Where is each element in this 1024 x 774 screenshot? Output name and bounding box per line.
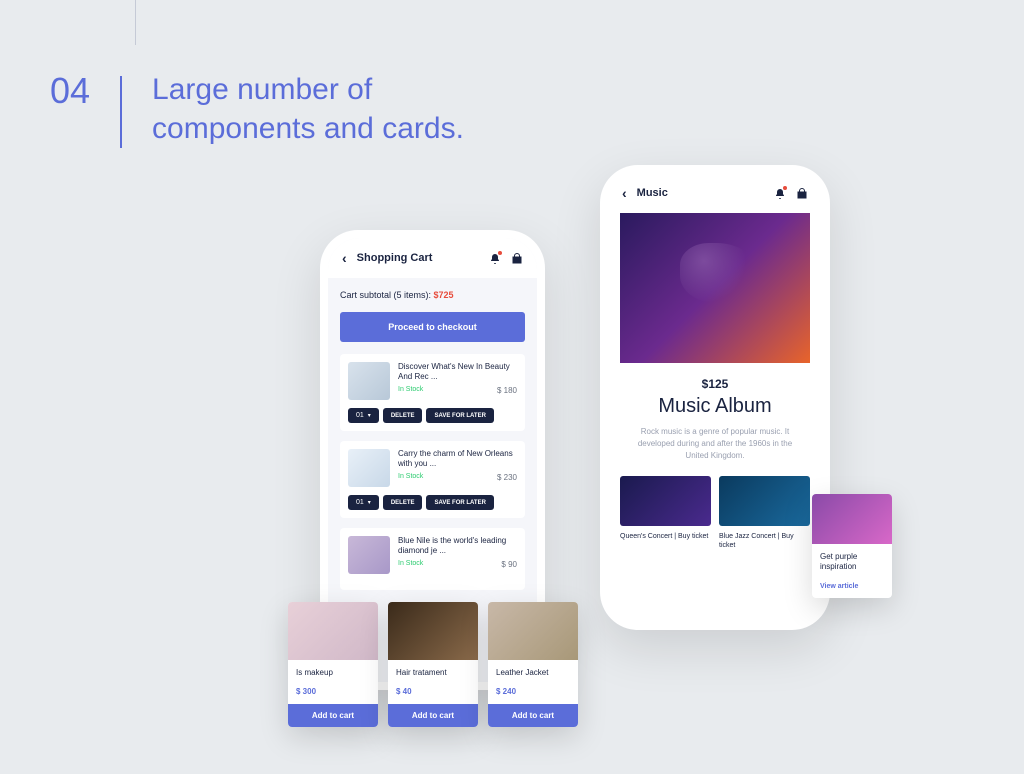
- cart-item: Blue Nile is the world's leading diamond…: [340, 528, 525, 590]
- cart-item-title: Blue Nile is the world's leading diamond…: [398, 536, 517, 557]
- section-number: 04: [50, 70, 90, 112]
- product-title: Hair tratament: [396, 668, 470, 677]
- add-to-cart-button[interactable]: Add to cart: [488, 704, 578, 727]
- subtotal-line: Cart subtotal (5 items): $725: [340, 290, 525, 300]
- add-to-cart-button[interactable]: Add to cart: [388, 704, 478, 727]
- music-header-icons: [774, 187, 808, 199]
- back-icon[interactable]: ‹: [622, 185, 627, 201]
- album-hero-image: [620, 213, 810, 363]
- cart-item-image: [348, 449, 390, 487]
- product-price: $ 40: [396, 687, 470, 696]
- cart-item-price: $ 90: [501, 560, 517, 569]
- product-card: Leather Jacket $ 240 Add to cart: [488, 602, 578, 727]
- concert-label: Queen's Concert | Buy ticket: [620, 532, 711, 541]
- notification-dot: [783, 186, 787, 190]
- cart-app-header: ‹ Shopping Cart: [328, 238, 537, 278]
- view-article-link[interactable]: View article: [820, 583, 884, 590]
- section-header: 04 Large number of components and cards.: [50, 70, 464, 148]
- in-stock-label: In Stock: [398, 386, 423, 395]
- cart-item: Discover What's New In Beauty And Rec ..…: [340, 354, 525, 431]
- checkout-button[interactable]: Proceed to checkout: [340, 312, 525, 342]
- bag-icon[interactable]: [796, 187, 808, 199]
- concert-image: [719, 476, 810, 526]
- music-app-header: ‹ Music: [608, 173, 822, 213]
- subtotal-price: $725: [434, 290, 454, 300]
- bell-icon[interactable]: [489, 252, 501, 264]
- product-image: [388, 602, 478, 660]
- delete-button[interactable]: DELETE: [383, 408, 423, 423]
- cart-body: Cart subtotal (5 items): $725 Proceed to…: [328, 278, 537, 612]
- product-card: Is makeup $ 300 Add to cart: [288, 602, 378, 727]
- section-title: Large number of components and cards.: [152, 70, 464, 148]
- cart-item-title: Carry the charm of New Orleans with you …: [398, 449, 517, 470]
- back-icon[interactable]: ‹: [342, 250, 347, 266]
- concert-label: Blue Jazz Concert | Buy ticket: [719, 532, 810, 550]
- cart-item: Carry the charm of New Orleans with you …: [340, 441, 525, 518]
- chevron-down-icon: ▾: [368, 412, 371, 419]
- album-title: Music Album: [608, 395, 822, 418]
- chevron-down-icon: ▾: [368, 499, 371, 506]
- qty-value: 01: [356, 499, 364, 506]
- qty-value: 01: [356, 412, 364, 419]
- bell-icon[interactable]: [774, 187, 786, 199]
- cart-header-icons: [489, 252, 523, 264]
- divider-line: [120, 76, 122, 148]
- album-price: $125: [608, 377, 822, 391]
- cart-item-price: $ 180: [497, 386, 517, 395]
- qty-selector[interactable]: 01 ▾: [348, 408, 379, 423]
- cart-item-image: [348, 362, 390, 400]
- product-title: Is makeup: [296, 668, 370, 677]
- notification-dot: [498, 251, 502, 255]
- music-title: Music: [637, 187, 668, 199]
- product-price: $ 300: [296, 687, 370, 696]
- article-image: [812, 494, 892, 544]
- delete-button[interactable]: DELETE: [383, 495, 423, 510]
- save-later-button[interactable]: SAVE FOR LATER: [426, 495, 493, 510]
- album-description: Rock music is a genre of popular music. …: [608, 418, 822, 476]
- tick-line: [135, 0, 136, 45]
- music-body: $125 Music Album Rock music is a genre o…: [608, 213, 822, 550]
- in-stock-label: In Stock: [398, 560, 423, 569]
- title-line1: Large number of: [152, 73, 372, 106]
- product-title: Leather Jacket: [496, 668, 570, 677]
- product-image: [488, 602, 578, 660]
- bag-icon[interactable]: [511, 252, 523, 264]
- product-image: [288, 602, 378, 660]
- article-title: Get purple inspiration: [820, 552, 884, 573]
- phone-music: ‹ Music $125 Music Album Rock music is a…: [600, 165, 830, 630]
- concert-card[interactable]: Queen's Concert | Buy ticket: [620, 476, 711, 550]
- concert-row: Queen's Concert | Buy ticket Blue Jazz C…: [608, 476, 822, 550]
- cart-header-left: ‹ Shopping Cart: [342, 250, 432, 266]
- phone-music-screen: ‹ Music $125 Music Album Rock music is a…: [608, 173, 822, 622]
- cart-item-price: $ 230: [497, 473, 517, 482]
- qty-selector[interactable]: 01 ▾: [348, 495, 379, 510]
- save-later-button[interactable]: SAVE FOR LATER: [426, 408, 493, 423]
- product-card: Hair tratament $ 40 Add to cart: [388, 602, 478, 727]
- product-cards-row: Is makeup $ 300 Add to cart Hair tratame…: [288, 602, 578, 727]
- article-card[interactable]: Get purple inspiration View article: [812, 494, 892, 598]
- product-price: $ 240: [496, 687, 570, 696]
- concert-image: [620, 476, 711, 526]
- title-line2: components and cards.: [152, 112, 464, 145]
- add-to-cart-button[interactable]: Add to cart: [288, 704, 378, 727]
- concert-card[interactable]: Blue Jazz Concert | Buy ticket: [719, 476, 810, 550]
- music-header-left: ‹ Music: [622, 185, 668, 201]
- cart-item-image: [348, 536, 390, 574]
- cart-title: Shopping Cart: [357, 252, 433, 264]
- in-stock-label: In Stock: [398, 473, 423, 482]
- cart-item-title: Discover What's New In Beauty And Rec ..…: [398, 362, 517, 383]
- subtotal-prefix: Cart subtotal (5 items):: [340, 290, 434, 300]
